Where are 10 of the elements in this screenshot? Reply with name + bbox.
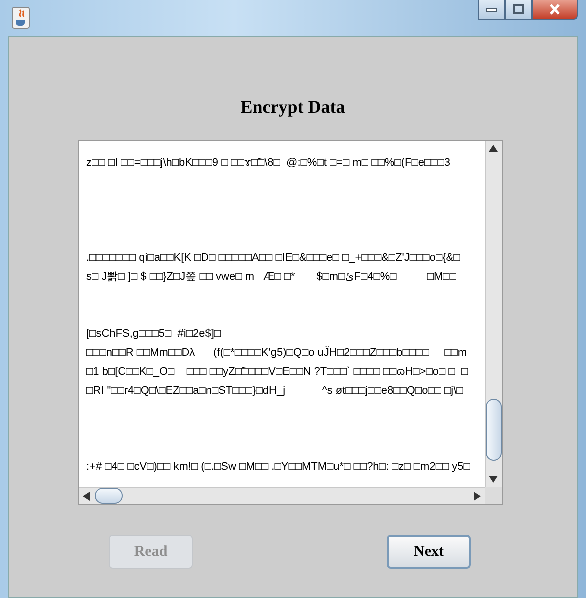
text-line: s□ J뽥□ ]□ $ □□}Z□J쫖 □□ vwe□ m Æ□ □* $□m□ئF□4□%□ □M□□: [86, 270, 456, 285]
text-line: :+# □4□ □cV□)□□ km!□ (□.□Sw □M□□ .□Y□□MTM□u*□ □□?h□: □z□ □m2□□ y5□: [86, 460, 470, 475]
dialog-heading: Encrypt Data: [240, 97, 346, 118]
text-line: .□□□□□□□ qi□a□□K[K □D□ □□□□□A□□ □IE□&□□□e□ □_+□□□&□Z'J□□□o□{&□: [86, 251, 460, 266]
text-line: z□□ □I □□=□□□j\h□bK□□□9 □ □□ɤ□̃□\8□ @:□%□t □=□ m□ □□%□(F□e□□□3: [86, 156, 450, 171]
text-line: [□sChFS,g□□□5□ #i□2e$]□: [86, 327, 222, 342]
text-line: □1 b□[C□□K□_O□ □□□ □□yZ□̃□□□□V□E□□N ?T□□□` □□□□ □□ɷH□>□o□ □ □: [86, 365, 468, 380]
text-line: □□□n□□R □□Mm□□Dλ (f(□*□□□□K'g5)□Q□o uJ̈H□2□□□Z□□□b□□□□ □□m: [86, 346, 468, 361]
next-button[interactable]: Next: [387, 535, 471, 569]
text-line: □RI "□□r4□Q□\□EZ□□a□n□ST□□□}□dH_j ^s øt□□□j□□e8□□Q□o□□ □j\□: [86, 384, 464, 399]
